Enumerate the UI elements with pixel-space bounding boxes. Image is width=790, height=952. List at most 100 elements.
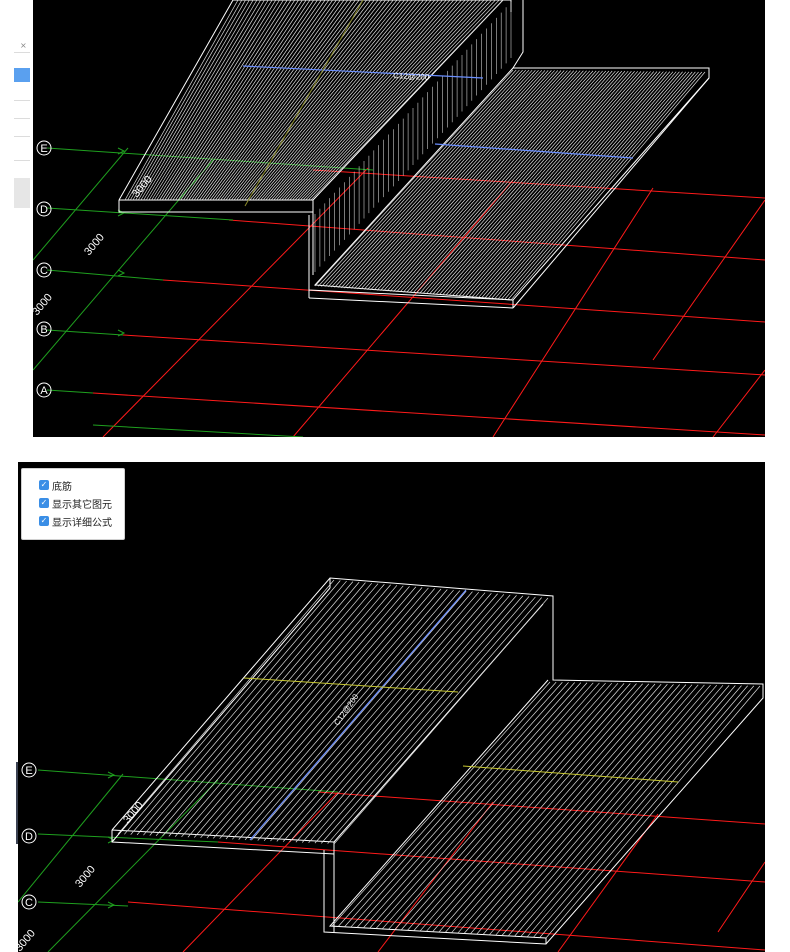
rebar-line xyxy=(388,682,606,930)
option-label: 显示其它图元 xyxy=(52,499,112,511)
upper-slab-rebars xyxy=(124,0,504,201)
rebar-line xyxy=(520,685,736,937)
upper-slab-outline xyxy=(111,577,554,932)
rebar-line xyxy=(289,594,505,843)
panel-divider xyxy=(14,100,30,101)
3d-view-top[interactable]: E D C B A 3000 3000 3000 C12@200 xyxy=(33,0,765,437)
rebar-line xyxy=(510,71,706,301)
upper-slab-rebars xyxy=(117,579,549,845)
axis-label-c: C xyxy=(40,265,48,277)
rebar-line xyxy=(545,685,761,939)
dimension-label: 3000 xyxy=(33,291,55,317)
rebar-line xyxy=(539,685,755,938)
rebar-3d-drawing-top: E D C B A 3000 3000 3000 C12@200 xyxy=(33,0,765,437)
axis-label-c: C xyxy=(25,897,33,909)
rebar-line xyxy=(219,588,435,839)
rebar-line xyxy=(200,586,417,839)
rebar-line xyxy=(331,681,551,927)
rebar-line xyxy=(252,0,420,201)
rebar-line xyxy=(497,71,693,300)
panel-divider xyxy=(14,118,30,119)
rebar-line xyxy=(263,591,480,841)
rebar-line xyxy=(491,71,687,299)
option-bottom-rebar[interactable]: ✓ 底筋 xyxy=(39,478,72,493)
rebar-line xyxy=(188,0,330,201)
rebar-line xyxy=(501,684,718,936)
rebar-line xyxy=(181,585,398,838)
rebar-line xyxy=(257,591,473,841)
rebar-line xyxy=(136,581,354,836)
rebar-line xyxy=(338,681,557,927)
panel-divider xyxy=(14,160,30,161)
rebar-line xyxy=(457,684,674,934)
rebar-line xyxy=(167,0,299,201)
left-side-panel: × xyxy=(0,0,33,437)
rebar-line xyxy=(244,590,461,841)
rebar-line xyxy=(143,581,360,836)
rebar-line xyxy=(507,71,703,300)
rebar-line xyxy=(270,592,486,842)
3d-view-bottom[interactable]: C12@200 E D C 3000 3000 3000 xyxy=(18,462,765,952)
checkbox-checked-icon[interactable]: ✓ xyxy=(39,480,49,490)
rebar-line xyxy=(507,685,724,937)
rebar-line xyxy=(130,0,246,201)
rebar-line xyxy=(394,682,613,930)
close-icon[interactable]: × xyxy=(20,42,27,50)
checkbox-checked-icon[interactable]: ✓ xyxy=(39,498,49,508)
rebar-line xyxy=(482,684,699,935)
rebar-line xyxy=(356,682,575,928)
rebar-line xyxy=(276,0,455,201)
rebar-line xyxy=(514,685,730,937)
left-side-panel-bottom xyxy=(0,462,18,952)
rebar-line xyxy=(533,685,748,938)
axis-label-e: E xyxy=(40,143,47,155)
rebar-line xyxy=(155,582,373,836)
rebar-line xyxy=(130,580,347,835)
dimension-labels: 3000 3000 3000 xyxy=(33,173,155,317)
axis-label-a: A xyxy=(40,385,48,397)
option-label: 底筋 xyxy=(52,481,72,493)
rebar-line xyxy=(151,0,277,201)
rebar-line xyxy=(318,69,517,287)
rebar-line xyxy=(494,71,690,300)
rebar-line xyxy=(314,69,514,287)
red-axis-grid xyxy=(92,167,765,437)
rebar-line xyxy=(321,69,520,287)
rebar-line xyxy=(282,593,498,842)
list-item[interactable] xyxy=(14,178,30,208)
rebar-line xyxy=(213,587,429,839)
rebar-line xyxy=(169,0,303,201)
panel-divider xyxy=(14,136,30,137)
rebar-line xyxy=(295,594,511,843)
axis-label-b: B xyxy=(40,324,47,336)
rebar-line xyxy=(262,0,436,201)
dimension-label: 3000 xyxy=(73,863,98,889)
rebar-line xyxy=(177,0,315,201)
yellow-rebar xyxy=(243,677,459,693)
rebar-line xyxy=(265,0,439,201)
dimension-label: 3000 xyxy=(18,927,38,952)
rebar-line xyxy=(489,684,705,936)
option-show-detailed-formula[interactable]: ✓ 显示详细公式 xyxy=(39,514,112,529)
green-axis-grid xyxy=(18,769,339,952)
axis-bubbles: E D C xyxy=(21,762,37,910)
rebar-line xyxy=(504,71,699,300)
rebar-line xyxy=(344,682,563,927)
blue-rebar xyxy=(249,589,467,841)
dimension-labels: 3000 3000 3000 xyxy=(18,799,146,952)
rebar-line xyxy=(193,586,410,838)
axis-label-d: D xyxy=(40,204,48,216)
option-show-other-elements[interactable]: ✓ 显示其它图元 xyxy=(39,496,112,511)
rebar-line xyxy=(300,0,489,201)
rebar-line xyxy=(251,590,467,841)
rebar-line xyxy=(117,579,335,835)
rebar-line xyxy=(500,71,696,300)
panel-divider xyxy=(14,52,30,53)
rebar-line xyxy=(484,71,680,299)
rebar-line xyxy=(350,682,569,928)
checkbox-checked-icon[interactable]: ✓ xyxy=(39,516,49,526)
rebar-line xyxy=(257,0,428,201)
display-options-box: ✓ 底筋 ✓ 显示其它图元 ✓ 显示详细公式 xyxy=(21,468,125,540)
rebar-line xyxy=(526,685,742,938)
selected-list-item[interactable] xyxy=(14,68,30,82)
